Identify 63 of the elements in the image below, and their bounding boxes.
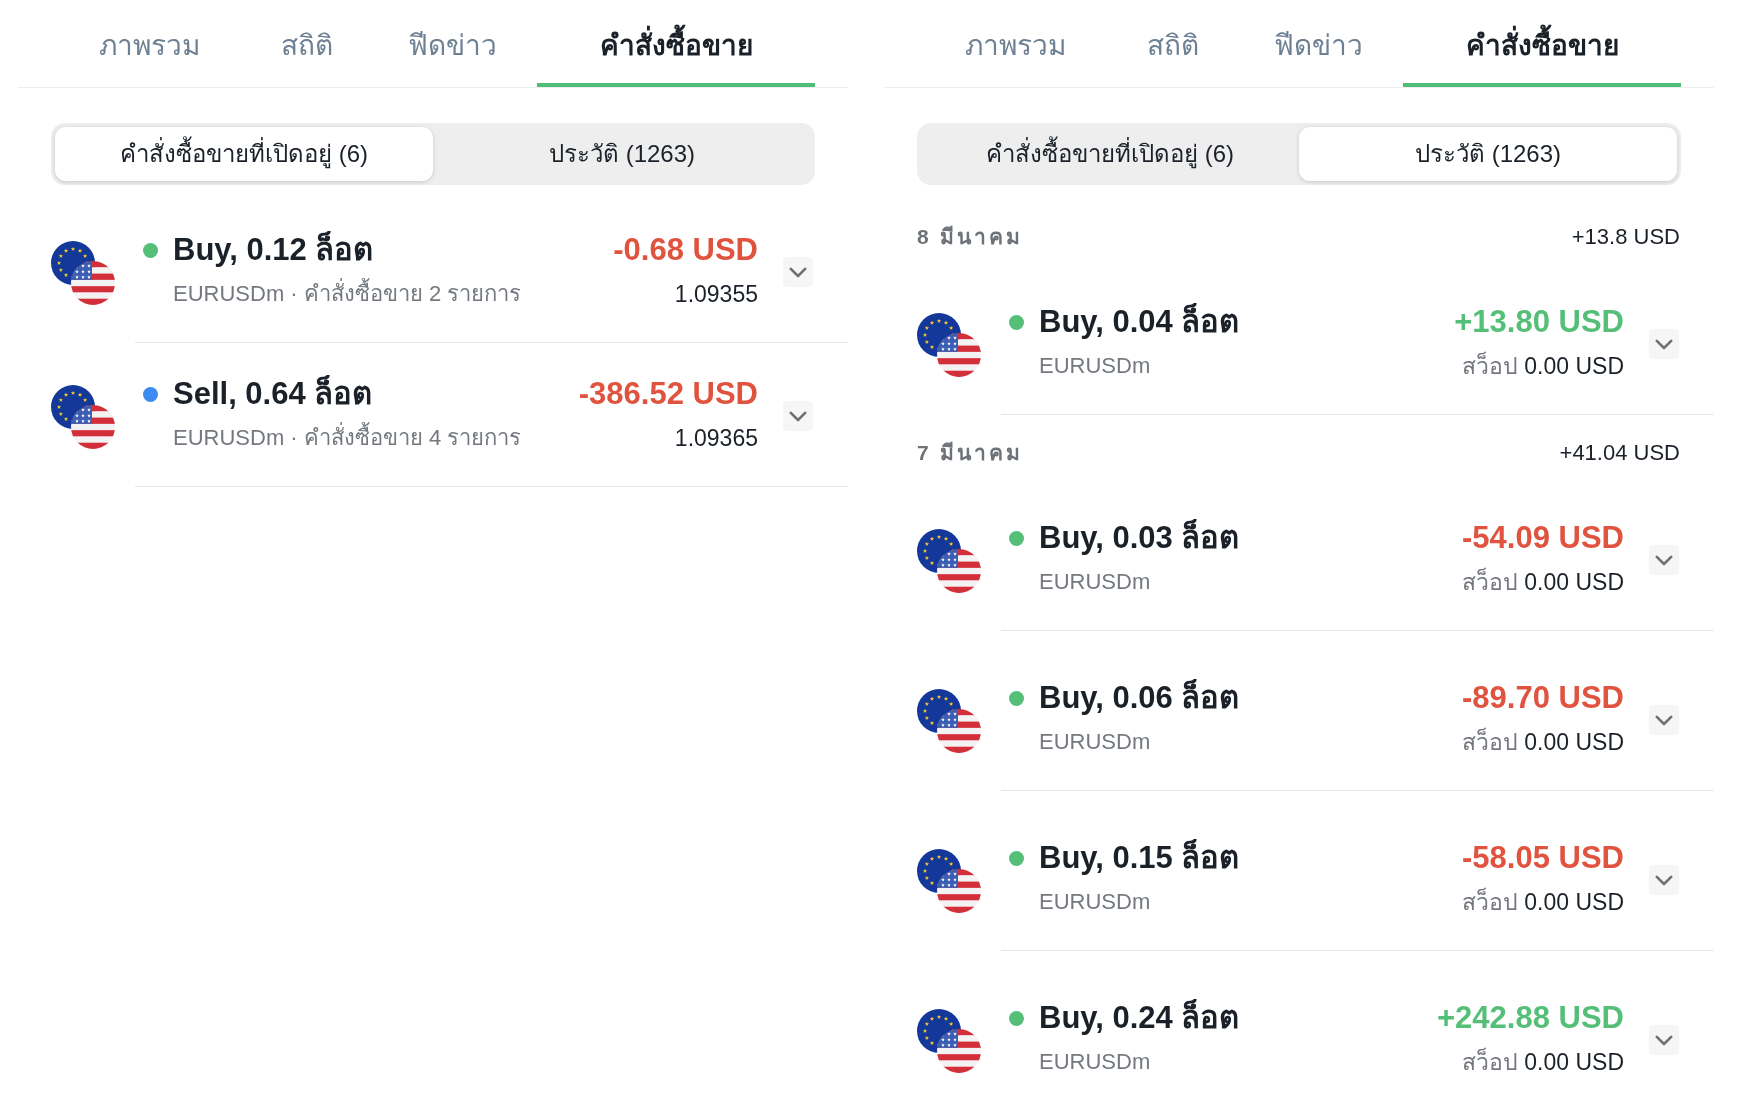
day-total: +13.8 USD — [1571, 223, 1680, 251]
expand-button[interactable] — [783, 401, 813, 431]
order-title: Buy, 0.24 ล็อต — [1039, 998, 1241, 1037]
segment-tab[interactable]: ประวัติ (1263) — [1299, 127, 1677, 181]
order-details: EURUSDm — [1039, 728, 1152, 756]
tab[interactable]: สถิติ — [247, 0, 367, 87]
swap-value: 0.00 USD — [1524, 353, 1624, 379]
swap-value: 0.00 USD — [1524, 1049, 1624, 1075]
expand-button[interactable] — [1649, 865, 1679, 895]
price-value: 1.09365 — [673, 424, 758, 453]
expand-button[interactable] — [1649, 1025, 1679, 1055]
order-details: EURUSDm — [1039, 568, 1152, 596]
expand-button[interactable] — [1649, 329, 1679, 359]
tab[interactable]: ภาพรวม — [51, 0, 247, 87]
flags-icon — [917, 1008, 981, 1073]
order-details: EURUSDm · คำสั่งซื้อขาย 2 รายการ — [173, 272, 614, 316]
tab[interactable]: สถิติ — [1113, 0, 1233, 87]
flags-icon — [917, 312, 981, 377]
segment-tab[interactable]: ประวัติ (1263) — [433, 127, 811, 181]
profit-amount: +13.80 USD — [1454, 303, 1624, 341]
swap-value: 0.00 USD — [1524, 889, 1624, 915]
flags-icon — [917, 848, 981, 913]
order-title: Buy, 0.12 ล็อต — [173, 230, 375, 269]
swap-label: สว็อป — [1461, 353, 1518, 379]
flags-icon — [51, 240, 115, 305]
date-label: 8 มีนาคม — [917, 224, 1024, 250]
order-title: Buy, 0.04 ล็อต — [1039, 302, 1241, 341]
segment-tab[interactable]: คำสั่งซื้อขายที่เปิดอยู่ (6) — [921, 127, 1299, 181]
order-title: Buy, 0.03 ล็อต — [1039, 518, 1241, 557]
order-title: Sell, 0.64 ล็อต — [173, 374, 374, 413]
order-details: EURUSDm — [1039, 352, 1152, 380]
day-total: +41.04 USD — [1559, 439, 1680, 467]
profit-amount: -89.70 USD — [1461, 679, 1624, 717]
swap-value: 0.00 USD — [1524, 729, 1624, 755]
profit-amount: -58.05 USD — [1461, 839, 1624, 877]
swap-label: สว็อป — [1461, 569, 1518, 595]
profit-amount: +242.88 USD — [1437, 999, 1624, 1037]
date-label: 7 มีนาคม — [917, 440, 1024, 466]
order-title: Buy, 0.06 ล็อต — [1039, 678, 1241, 717]
flags-icon — [917, 688, 981, 753]
order-details: EURUSDm — [1039, 1048, 1152, 1076]
profit-amount: -54.09 USD — [1461, 519, 1624, 557]
swap-label: สว็อป — [1461, 729, 1518, 755]
order-title: Buy, 0.15 ล็อต — [1039, 838, 1241, 877]
segment-tab[interactable]: คำสั่งซื้อขายที่เปิดอยู่ (6) — [55, 127, 433, 181]
flags-icon — [51, 384, 115, 449]
swap-value: 0.00 USD — [1524, 569, 1624, 595]
swap-label: สว็อป — [1461, 1049, 1518, 1075]
order-details: EURUSDm — [1039, 888, 1152, 916]
expand-button[interactable] — [1649, 545, 1679, 575]
expand-button[interactable] — [783, 257, 813, 287]
tab[interactable]: คำสั่งซื้อขาย — [1403, 0, 1681, 87]
order-details: EURUSDm · คำสั่งซื้อขาย 4 รายการ — [173, 416, 579, 460]
tab[interactable]: ฟีดข่าว — [1233, 0, 1403, 87]
expand-button[interactable] — [1649, 705, 1679, 735]
profit-amount: -386.52 USD — [578, 375, 758, 413]
swap-label: สว็อป — [1461, 889, 1518, 915]
price-value: 1.09355 — [673, 280, 758, 309]
tab[interactable]: ภาพรวม — [917, 0, 1113, 87]
tab[interactable]: ฟีดข่าว — [367, 0, 537, 87]
profit-amount: -0.68 USD — [613, 231, 758, 269]
tab[interactable]: คำสั่งซื้อขาย — [537, 0, 815, 87]
flags-icon — [917, 528, 981, 593]
